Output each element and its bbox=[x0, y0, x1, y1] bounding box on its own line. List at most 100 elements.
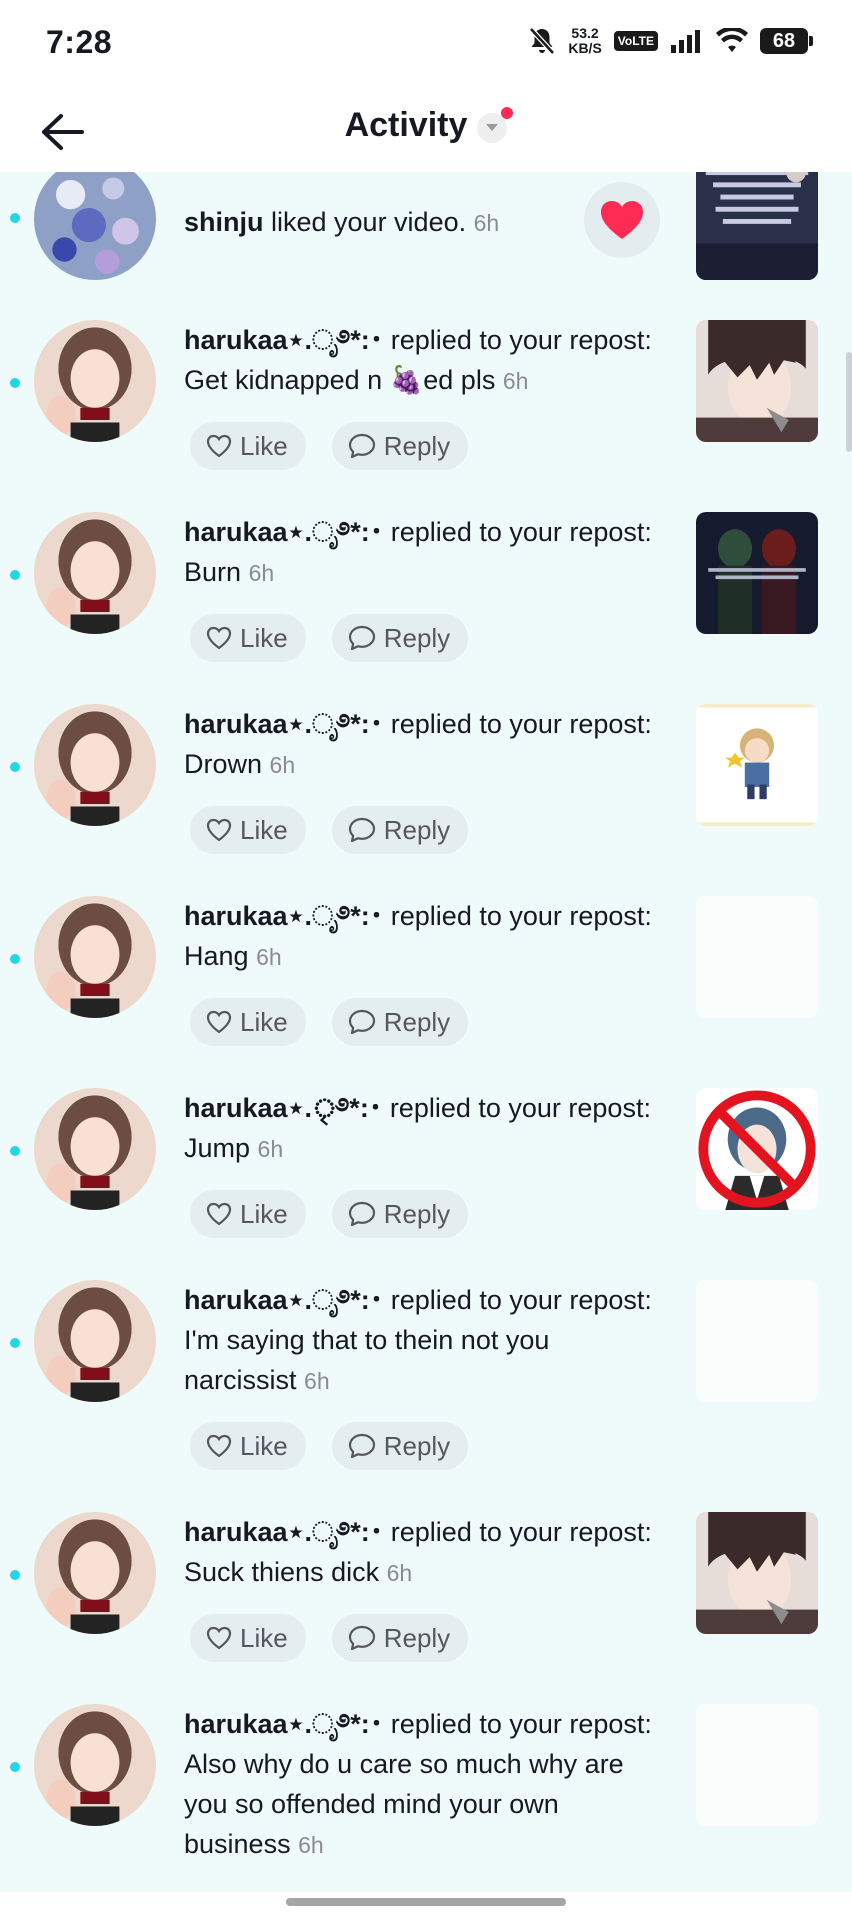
avatar[interactable] bbox=[34, 1512, 156, 1634]
like-button[interactable]: Like bbox=[190, 614, 306, 662]
like-label: Like bbox=[240, 1006, 288, 1037]
heart-outline-icon bbox=[206, 434, 232, 458]
video-thumbnail[interactable] bbox=[696, 704, 818, 826]
avatar[interactable] bbox=[34, 320, 156, 442]
video-thumbnail[interactable] bbox=[696, 896, 818, 1018]
reply-message: Get kidnapped n 🍇ed pls bbox=[184, 365, 496, 395]
like-button[interactable]: Like bbox=[190, 1614, 306, 1662]
avatar[interactable] bbox=[34, 172, 156, 280]
header: Activity bbox=[0, 88, 852, 172]
notification-text: harukaa⋆.ೃ࿔*:･ replied to your repost: B… bbox=[184, 512, 664, 593]
scrollbar[interactable] bbox=[846, 352, 852, 452]
like-button[interactable]: Like bbox=[190, 1190, 306, 1238]
like-button[interactable]: Like bbox=[190, 1422, 306, 1470]
heart-outline-icon bbox=[206, 818, 232, 842]
reply-label: Reply bbox=[383, 1006, 451, 1037]
avatar[interactable] bbox=[34, 896, 156, 1018]
chevron-down-icon bbox=[477, 106, 514, 143]
heart-icon bbox=[601, 201, 643, 239]
item-actions: Like Reply bbox=[190, 806, 469, 854]
volte-badge: VoLTE bbox=[613, 31, 658, 51]
like-label: Like bbox=[240, 814, 288, 845]
video-thumbnail[interactable] bbox=[696, 172, 818, 280]
reply-button[interactable]: Reply bbox=[331, 1422, 469, 1470]
reply-message: Also why do u care so much why are you s… bbox=[184, 1749, 624, 1859]
video-thumb-text-icon bbox=[696, 172, 818, 280]
unread-dot bbox=[10, 378, 20, 388]
dark-video-thumb-icon bbox=[696, 512, 818, 634]
unread-dot bbox=[10, 954, 20, 964]
new-indicator-dot bbox=[501, 106, 514, 119]
timestamp: 6h bbox=[298, 1832, 324, 1858]
home-indicator[interactable] bbox=[286, 1898, 566, 1906]
item-actions: Like Reply bbox=[190, 614, 469, 662]
reply-label: Reply bbox=[383, 1430, 451, 1461]
item-actions: Like Reply bbox=[190, 1614, 469, 1662]
reply-button[interactable]: Reply bbox=[331, 1190, 469, 1238]
page-title: Activity bbox=[344, 106, 468, 144]
reply-button[interactable]: Reply bbox=[331, 422, 469, 470]
notification-text: harukaa⋆.ೃ࿔*:･ replied to your repost: I… bbox=[184, 1280, 664, 1401]
video-thumbnail[interactable] bbox=[696, 1088, 818, 1210]
timestamp: 6h bbox=[502, 368, 529, 394]
avatar[interactable] bbox=[34, 1280, 156, 1402]
reply-button[interactable]: Reply bbox=[331, 1614, 469, 1662]
avatar[interactable] bbox=[34, 1088, 156, 1210]
username[interactable]: harukaa⋆.ೃ࿔*:･ bbox=[184, 1285, 383, 1315]
notification-action: replied to your repost: bbox=[383, 1709, 652, 1739]
speech-bubble-icon bbox=[348, 817, 375, 843]
video-thumbnail[interactable] bbox=[696, 1512, 818, 1634]
reply-button[interactable]: Reply bbox=[331, 614, 469, 662]
activity-filter-dropdown[interactable]: Activity bbox=[0, 106, 852, 145]
timestamp: 6h bbox=[473, 210, 500, 236]
reply-label: Reply bbox=[383, 1622, 451, 1653]
username[interactable]: harukaa⋆.ೃ࿔*:･ bbox=[184, 325, 383, 355]
unread-dot bbox=[10, 570, 20, 580]
username[interactable]: harukaa⋆.ೃ࿔*:･ bbox=[184, 1517, 383, 1547]
liked-heart-button[interactable] bbox=[584, 182, 660, 258]
reply-label: Reply bbox=[383, 430, 451, 461]
notification-text: harukaa⋆.ೃ࿔*:･ replied to your repost: H… bbox=[184, 896, 664, 977]
avatar[interactable] bbox=[34, 1704, 156, 1826]
heart-outline-icon bbox=[206, 1434, 232, 1458]
notification-text: harukaa⋆.ೃ࿔*:･ replied to your repost: A… bbox=[184, 1704, 664, 1865]
username[interactable]: harukaa⋆.ೃ࿔*:･ bbox=[184, 1709, 383, 1739]
avatar[interactable] bbox=[34, 704, 156, 826]
like-button[interactable]: Like bbox=[190, 806, 306, 854]
notification-action: replied to your repost: bbox=[382, 1093, 651, 1123]
reply-button[interactable]: Reply bbox=[331, 806, 469, 854]
blank-thumb-icon bbox=[696, 1704, 818, 1826]
timestamp: 6h bbox=[269, 752, 296, 778]
notification-action: replied to your repost: bbox=[383, 325, 652, 355]
reply-label: Reply bbox=[383, 814, 451, 845]
username[interactable]: harukaa⋆.ৃ࿔*:･ bbox=[184, 1093, 382, 1123]
avatar[interactable] bbox=[34, 512, 156, 634]
video-thumbnail[interactable] bbox=[696, 320, 818, 442]
video-thumbnail[interactable] bbox=[696, 1280, 818, 1402]
notification-action: replied to your repost: bbox=[383, 517, 652, 547]
like-button[interactable]: Like bbox=[190, 422, 306, 470]
username[interactable]: harukaa⋆.ೃ࿔*:･ bbox=[184, 709, 383, 739]
like-label: Like bbox=[240, 1622, 288, 1653]
net-speed-value: 53.2 bbox=[571, 25, 599, 41]
timestamp: 6h bbox=[248, 560, 275, 586]
username[interactable]: harukaa⋆.ೃ࿔*:･ bbox=[184, 517, 383, 547]
unread-dot bbox=[10, 1762, 20, 1772]
heart-outline-icon bbox=[206, 1626, 232, 1650]
username[interactable]: harukaa⋆.ೃ࿔*:･ bbox=[184, 901, 383, 931]
like-button[interactable]: Like bbox=[190, 998, 306, 1046]
unread-dot bbox=[10, 1338, 20, 1348]
activity-list[interactable]: shinju liked your video. 6h harukaa⋆.ೃ࿔*… bbox=[0, 172, 852, 1892]
reply-button[interactable]: Reply bbox=[331, 998, 469, 1046]
video-thumbnail[interactable] bbox=[696, 512, 818, 634]
item-actions: Like Reply bbox=[190, 1422, 469, 1470]
signal-icon bbox=[670, 29, 704, 53]
notification-action: replied to your repost: bbox=[383, 709, 652, 739]
item-actions: Like Reply bbox=[190, 422, 469, 470]
username[interactable]: shinju bbox=[184, 207, 264, 237]
video-thumbnail[interactable] bbox=[696, 1704, 818, 1826]
prohibited-character-thumb-icon bbox=[696, 1088, 818, 1210]
battery-indicator: 68 bbox=[760, 28, 813, 54]
like-label: Like bbox=[240, 622, 288, 653]
anime-man-thumb-icon bbox=[696, 320, 818, 442]
